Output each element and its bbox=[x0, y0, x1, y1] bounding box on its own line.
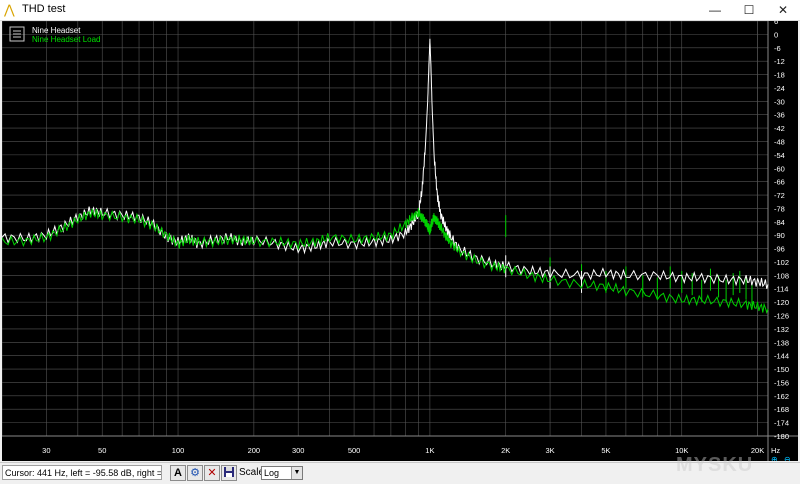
y-tick-label: -180 bbox=[774, 432, 789, 441]
y-tick-label: -12 bbox=[774, 57, 785, 66]
x-tick-label: 1K bbox=[425, 446, 434, 455]
legend-item-white: Nine Headset bbox=[32, 26, 81, 35]
y-tick-label: -132 bbox=[774, 325, 789, 334]
cursor-readout: Cursor: 441 Hz, left = -95.58 dB, right … bbox=[2, 465, 162, 480]
watermark: MYSKU bbox=[676, 454, 754, 476]
x-tick-label: 200 bbox=[248, 446, 261, 455]
zoom-icon[interactable]: ⊕ bbox=[771, 455, 778, 464]
y-tick-label: -150 bbox=[774, 365, 789, 374]
y-tick-label: -90 bbox=[774, 231, 785, 240]
scale-dropdown[interactable]: Log ▼ bbox=[261, 466, 303, 480]
app-icon: ⋀ bbox=[4, 2, 15, 17]
x-tick-label: 3K bbox=[545, 446, 554, 455]
spectrum-chart[interactable]: 6 0 -6 -12 -18 -24 -30 -36 -42 -48 -54 -60 -66 -72 -78… bbox=[1, 17, 798, 474]
y-tick-label: -30 bbox=[774, 97, 785, 106]
scale-value: Log bbox=[264, 468, 280, 478]
y-tick-label: -156 bbox=[774, 378, 789, 387]
y-tick-label: -162 bbox=[774, 392, 789, 401]
x-tick-label: 2K bbox=[501, 446, 510, 455]
y-tick-label: -174 bbox=[774, 419, 789, 428]
x-tick-label: 500 bbox=[348, 446, 361, 455]
y-tick-label: -168 bbox=[774, 405, 789, 414]
y-tick-label: -6 bbox=[774, 44, 781, 53]
y-tick-label: -84 bbox=[774, 218, 785, 227]
y-tick-label: 6 bbox=[774, 21, 778, 26]
y-tick-label: -78 bbox=[774, 204, 785, 213]
window-title: THD test bbox=[22, 3, 66, 15]
x-tick-label: 300 bbox=[292, 446, 305, 455]
annotate-button[interactable]: A bbox=[170, 465, 186, 481]
minimize-button[interactable]: — bbox=[698, 0, 732, 20]
spectrum-plot[interactable]: 6 0 -6 -12 -18 -24 -30 -36 -42 -48 -54 -60 -66 -72 -78… bbox=[1, 17, 798, 474]
y-tick-label: 0 bbox=[774, 30, 778, 39]
x-tick-label: 5K bbox=[601, 446, 610, 455]
y-tick-label: -114 bbox=[774, 285, 788, 294]
y-tick-label: -48 bbox=[774, 137, 785, 146]
settings-button[interactable]: ⚙ bbox=[187, 465, 203, 481]
maximize-button[interactable]: ☐ bbox=[732, 0, 766, 20]
y-tick-label: -144 bbox=[774, 352, 789, 361]
y-tick-label: -102 bbox=[774, 258, 789, 267]
y-tick-label: -120 bbox=[774, 298, 789, 307]
y-tick-label: -72 bbox=[774, 191, 785, 200]
plot-background bbox=[2, 21, 798, 461]
y-tick-label: -42 bbox=[774, 124, 785, 133]
chevron-down-icon: ▼ bbox=[291, 467, 302, 479]
x-unit-label: Hz bbox=[771, 446, 780, 455]
y-tick-label: -24 bbox=[774, 84, 785, 93]
close-button[interactable]: ✕ bbox=[766, 0, 800, 20]
y-tick-label: -36 bbox=[774, 111, 785, 120]
x-tick-label: 50 bbox=[98, 446, 106, 455]
delete-button[interactable]: ✕ bbox=[204, 465, 220, 481]
y-tick-label: -126 bbox=[774, 312, 789, 321]
zoom-icon[interactable]: ⊖ bbox=[784, 455, 791, 464]
legend-item-green: Nine Headset Load bbox=[32, 35, 101, 44]
title-bar: ⋀ THD test — ☐ ✕ bbox=[0, 0, 800, 21]
x-tick-label: 100 bbox=[172, 446, 185, 455]
y-tick-label: -66 bbox=[774, 178, 785, 187]
y-tick-label: -108 bbox=[774, 271, 789, 280]
y-tick-label: -18 bbox=[774, 71, 785, 80]
y-tick-label: -138 bbox=[774, 338, 789, 347]
y-tick-label: -96 bbox=[774, 245, 785, 254]
x-tick-label: 30 bbox=[42, 446, 50, 455]
y-tick-label: -54 bbox=[774, 151, 785, 160]
save-icon bbox=[224, 467, 234, 477]
y-tick-label: -60 bbox=[774, 164, 785, 173]
save-button[interactable] bbox=[221, 465, 237, 481]
